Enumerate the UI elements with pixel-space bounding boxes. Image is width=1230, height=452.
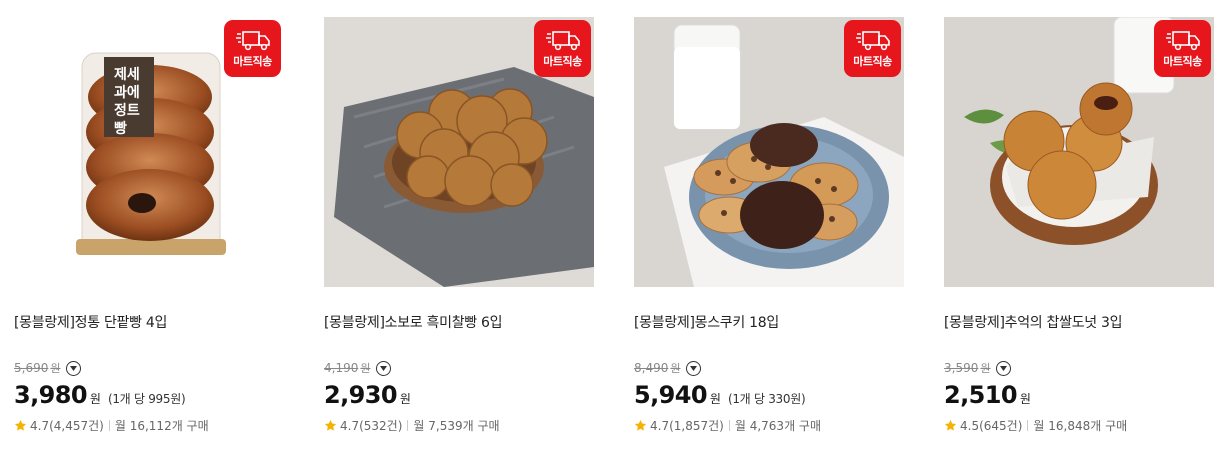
rating: 4.5 xyxy=(960,418,980,433)
divider xyxy=(108,420,110,431)
monthly-sales: 월 7,539개 구매 xyxy=(413,419,500,433)
star-icon xyxy=(324,419,337,431)
mart-delivery-badge: 마트직송 xyxy=(1154,20,1211,77)
product-card[interactable]: 마트직송 [몽블랑제]추억의 찹쌀도넛 3입 3,590 원 2,510 원 4… xyxy=(944,17,1214,434)
divider xyxy=(1027,420,1029,431)
review-count[interactable]: (532건) xyxy=(359,417,402,434)
truck-icon xyxy=(1165,31,1200,51)
price-unit: 원 xyxy=(1019,392,1031,406)
original-price-unit: 원 xyxy=(50,362,61,375)
original-price-unit: 원 xyxy=(360,362,371,375)
mart-delivery-badge: 마트직송 xyxy=(844,20,901,77)
price-unit: 원 xyxy=(89,392,101,406)
monthly-sales: 월 4,763개 구매 xyxy=(734,419,822,433)
product-title[interactable]: [몽블랑제]정통 단팥빵 4입 xyxy=(14,312,284,332)
badge-label: 마트직송 xyxy=(233,55,272,68)
original-price-unit: 원 xyxy=(980,362,991,375)
monthly-sales: 월 16,848개 구매 xyxy=(1033,419,1128,433)
original-price: 3,590 xyxy=(944,361,979,375)
product-card[interactable]: 마트직송 [몽블랑제]몽스쿠키 18입 8,490 원 5,940 원 (1개 … xyxy=(634,17,904,434)
star-icon xyxy=(634,419,647,431)
badge-label: 마트직송 xyxy=(543,55,582,68)
unit-price: (1개 당 995원) xyxy=(107,392,186,406)
original-price: 5,690 xyxy=(14,361,49,375)
price-info-button[interactable] xyxy=(376,360,392,376)
product-title[interactable]: [몽블랑제]몽스쿠키 18입 xyxy=(634,312,904,332)
truck-icon xyxy=(235,31,270,51)
price-info-button[interactable] xyxy=(996,360,1012,376)
product-card[interactable]: 제세 과에 정트 빵 마트직송 [몽블랑제]정통 단팥빵 4입 5,690 원 … xyxy=(14,17,284,434)
sale-price: 2,930 xyxy=(324,381,398,409)
review-count[interactable]: (645건) xyxy=(979,417,1022,434)
mart-delivery-badge: 마트직송 xyxy=(224,20,281,77)
caret-down-icon xyxy=(70,365,78,371)
price-unit: 원 xyxy=(399,392,411,406)
price-info-button[interactable] xyxy=(66,360,82,376)
product-title[interactable]: [몽블랑제]소보로 흑미찰빵 6입 xyxy=(324,312,594,332)
truck-icon xyxy=(855,31,890,51)
product-image[interactable]: 마트직송 xyxy=(324,17,594,287)
product-image[interactable]: 마트직송 xyxy=(634,17,904,287)
original-price-unit: 원 xyxy=(670,362,681,375)
truck-icon xyxy=(545,31,580,51)
rating: 4.7 xyxy=(340,418,360,433)
product-image[interactable]: 마트직송 xyxy=(944,17,1214,287)
original-price: 8,490 xyxy=(634,361,669,375)
caret-down-icon xyxy=(690,365,698,371)
svg-text:과에: 과에 xyxy=(114,85,140,101)
caret-down-icon xyxy=(380,365,388,371)
review-count[interactable]: (4,457건) xyxy=(49,417,104,434)
sale-price: 2,510 xyxy=(944,381,1018,409)
badge-label: 마트직송 xyxy=(1163,55,1202,68)
review-count[interactable]: (1,857건) xyxy=(669,417,724,434)
star-icon xyxy=(944,419,957,431)
product-image[interactable]: 제세 과에 정트 빵 마트직송 xyxy=(14,17,284,287)
divider xyxy=(407,420,409,431)
product-card[interactable]: 마트직송 [몽블랑제]소보로 흑미찰빵 6입 4,190 원 2,930 원 4… xyxy=(324,17,594,434)
divider xyxy=(728,420,730,431)
unit-price: (1개 당 330원) xyxy=(727,392,806,406)
rating: 4.7 xyxy=(30,418,50,433)
svg-text:빵: 빵 xyxy=(114,121,127,137)
mart-delivery-badge: 마트직송 xyxy=(534,20,591,77)
svg-text:제세: 제세 xyxy=(114,67,140,83)
rating: 4.7 xyxy=(650,418,670,433)
original-price: 4,190 xyxy=(324,361,359,375)
svg-text:정트: 정트 xyxy=(114,102,140,119)
caret-down-icon xyxy=(1000,365,1008,371)
product-title[interactable]: [몽블랑제]추억의 찹쌀도넛 3입 xyxy=(944,312,1214,332)
star-icon xyxy=(14,419,27,431)
price-info-button[interactable] xyxy=(686,360,702,376)
badge-label: 마트직송 xyxy=(853,55,892,68)
sale-price: 5,940 xyxy=(634,381,708,409)
sale-price: 3,980 xyxy=(14,381,88,409)
price-unit: 원 xyxy=(709,392,721,406)
monthly-sales: 월 16,112개 구매 xyxy=(114,419,209,433)
